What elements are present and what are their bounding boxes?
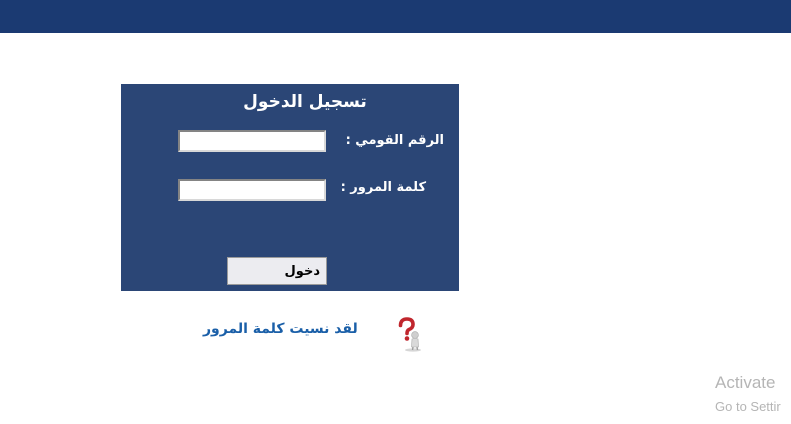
password-input[interactable] <box>178 179 326 201</box>
login-panel: تسجيل الدخول الرقم القومي : كلمة المرور … <box>121 84 459 291</box>
activation-watermark-subtitle: Go to Settir <box>715 399 781 414</box>
forgot-password-row: لقد نسيت كلمة المرور <box>200 316 430 352</box>
forgot-password-link[interactable]: لقد نسيت كلمة المرور <box>203 321 358 337</box>
national-id-label: الرقم القومي : <box>345 133 444 148</box>
login-title: تسجيل الدخول <box>243 92 367 112</box>
help-question-icon[interactable] <box>396 316 424 352</box>
top-header-bar <box>0 0 791 33</box>
national-id-input[interactable] <box>178 130 326 152</box>
activation-watermark-title: Activate <box>715 373 776 392</box>
password-label: كلمة المرور : <box>340 180 426 195</box>
login-submit-button[interactable]: دخول <box>227 257 327 285</box>
